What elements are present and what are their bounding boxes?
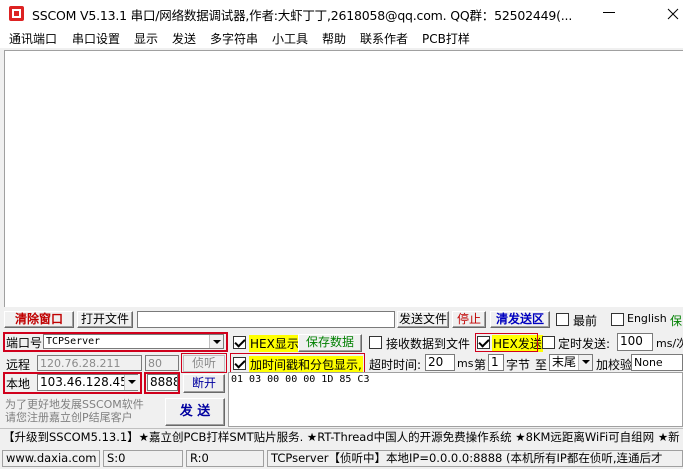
menu-serial-settings[interactable]: 串口设置 [72,30,120,47]
save-data-button[interactable]: 保存数据 [298,334,362,352]
topmost-label: 最前 [573,314,598,328]
app-icon [9,6,24,21]
menu-display[interactable]: 显示 [134,30,158,47]
menu-send[interactable]: 发送 [172,30,196,47]
status-sent-count: S:0 [103,450,183,467]
clear-window-button[interactable]: 清除窗口 [4,311,74,328]
local-ip-select[interactable]: 103.46.128.45 [37,374,138,391]
timeout-label: 超时时间: [369,358,422,372]
port-dropdown-arrow-icon[interactable] [209,335,223,348]
interval-unit-label: ms/次 [656,337,683,350]
status-received-count: R:0 [186,450,264,467]
byte-number-label: 第 [474,358,487,372]
menu-contact-author[interactable]: 联系作者 [360,30,408,47]
byte-label: 字节 [506,358,531,372]
checksum-select[interactable]: None [631,354,683,371]
port-select[interactable]: TCPServer [43,334,224,349]
ad-ticker[interactable]: 【升级到SSCOM5.13.1】★嘉立创PCB打样SMT贴片服务. ★RT-Th… [0,428,683,446]
hex-display-label: HEX显示 [249,335,300,352]
menu-tools[interactable]: 小工具 [272,30,308,47]
timeout-unit-label: ms [457,357,474,370]
send-button[interactable]: 发 送 [165,398,225,426]
timestamp-red-box [230,353,365,373]
send-file-button[interactable]: 发送文件 [397,311,449,328]
remote-ip-field[interactable]: 120.76.28.211 [37,355,142,371]
close-icon[interactable] [663,0,683,28]
recv-to-file-label: 接收数据到文件 [386,337,471,351]
file-path-input[interactable] [137,311,395,328]
checksum-label: 加校验 [596,358,633,372]
english-checkbox[interactable] [611,313,624,326]
menu-bar: 通讯端口 串口设置 显示 发送 多字符串 小工具 帮助 联系作者 PCB打样 [0,28,683,48]
status-connection-info: TCPserver【侦听中】本地IP=0.0.0.0:8888 (本机所有IP都… [267,450,683,467]
stop-button[interactable]: 停止 [452,311,486,328]
end-dropdown-arrow-icon[interactable] [578,355,592,370]
send-textarea[interactable]: 01 03 00 00 00 1D 85 C3 [228,372,683,427]
english-label: English [627,312,667,325]
byte-number-input[interactable]: 1 [488,354,504,371]
title-bar: SSCOM V5.13.1 串口/网络数据调试器,作者:大虾丁丁,2618058… [0,0,683,28]
interval-input[interactable]: 100 [617,333,653,351]
timed-send-label: 定时发送: [558,337,611,351]
hex-display-checkbox[interactable] [233,336,246,349]
local-ip-dropdown-arrow-icon[interactable] [124,375,138,390]
status-website[interactable]: www.daxia.com [2,450,100,467]
hex-send-red-box [475,333,538,352]
menu-multi-string[interactable]: 多字符串 [210,30,258,47]
recv-to-file-checkbox[interactable] [369,336,382,349]
open-file-button[interactable]: 打开文件 [77,311,133,328]
local-port-field[interactable]: 8888 [147,374,178,391]
port-label: 端口号 [6,336,43,350]
to-label: 至 [535,358,548,372]
clear-send-button[interactable]: 清发送区 [490,311,550,328]
menu-help[interactable]: 帮助 [322,30,346,47]
disconnect-button[interactable]: 断开 [183,374,225,393]
receive-area[interactable] [4,50,683,307]
remote-label: 远程 [6,358,31,372]
local-label: 本地 [6,377,31,391]
window-title: SSCOM V5.13.1 串口/网络数据调试器,作者:大虾丁丁,2618058… [32,8,573,23]
timeout-input[interactable]: 20 [425,354,455,371]
timed-send-checkbox[interactable] [542,336,555,349]
status-bar: www.daxia.com S:0 R:0 TCPserver【侦听中】本地IP… [0,448,683,469]
promo-text[interactable]: 为了更好地发展SSCOM软件 请您注册嘉立创P结尾客户 [5,398,165,424]
listen-red-box [181,353,227,373]
minimize-icon[interactable] [603,12,615,13]
save-params-button-partial[interactable]: 保 [670,312,682,329]
menu-comm-port[interactable]: 通讯端口 [9,30,57,47]
menu-pcb-proofing[interactable]: PCB打样 [422,30,470,47]
topmost-checkbox[interactable] [556,313,569,326]
remote-port-field[interactable]: 80 [145,355,179,371]
